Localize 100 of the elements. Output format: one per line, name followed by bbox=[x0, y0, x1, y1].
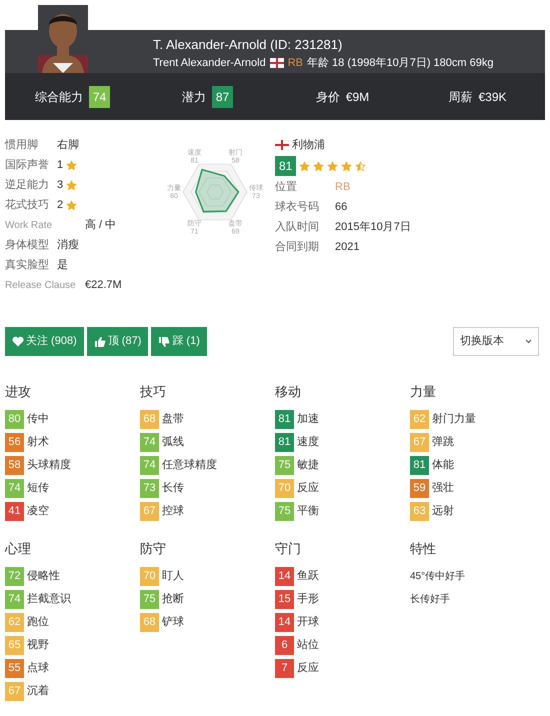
thumbs-up-icon bbox=[94, 336, 106, 348]
stat-label: 头球精度 bbox=[27, 458, 71, 474]
star-icon bbox=[66, 180, 78, 190]
stat-label: 反应 bbox=[297, 660, 319, 676]
stat-label: 射门力量 bbox=[432, 412, 476, 428]
stat-rating: 68 bbox=[140, 410, 159, 429]
summary-label: 综合能力 bbox=[34, 88, 83, 106]
stat-label: 短传 bbox=[27, 481, 49, 496]
stat-label: 弹跳 bbox=[432, 435, 454, 450]
group-title: 特性 bbox=[410, 540, 437, 557]
chevron-down-icon bbox=[525, 339, 532, 344]
club-rating: 81 bbox=[275, 156, 296, 176]
group-title: 移动 bbox=[275, 383, 302, 400]
stat-rating: 72 bbox=[5, 567, 24, 586]
stat-rating: 74 bbox=[140, 433, 159, 452]
stat-rating: 67 bbox=[410, 433, 429, 452]
action-button[interactable]: 顶 (87) bbox=[86, 327, 148, 356]
stat-rating: 67 bbox=[140, 502, 159, 521]
summary-rating: 74 bbox=[88, 86, 110, 108]
summary-value: €39K bbox=[478, 88, 507, 106]
group-title: 防守 bbox=[140, 540, 167, 557]
stat-rating: 41 bbox=[5, 502, 24, 521]
stat-rating: 15 bbox=[275, 590, 294, 609]
stat-label: 任意球精度 bbox=[162, 458, 217, 474]
info-value: 1 bbox=[57, 158, 64, 173]
stat-label: 体能 bbox=[432, 458, 454, 474]
star-icon bbox=[327, 160, 338, 172]
player-full-name: Trent Alexander-Arnold bbox=[153, 56, 266, 71]
group-title: 进攻 bbox=[5, 383, 32, 400]
stat-label: 点球 bbox=[27, 660, 49, 676]
stat-rating: 70 bbox=[140, 567, 159, 586]
stat-label: 弧线 bbox=[162, 435, 184, 450]
stat-rating: 81 bbox=[275, 433, 294, 452]
info-value: 右脚 bbox=[57, 138, 79, 153]
info-value: 消瘦 bbox=[57, 238, 79, 253]
club-field-label: 入队时间 bbox=[275, 220, 320, 235]
info-label: 真实脸型 bbox=[5, 258, 50, 273]
stat-label: 反应 bbox=[297, 480, 319, 496]
club-field-label: 合同到期 bbox=[275, 240, 320, 255]
radar-grid bbox=[182, 164, 248, 220]
stat-label: 长传 bbox=[162, 481, 184, 496]
stat-label: 盘带 bbox=[162, 412, 184, 428]
stat-label: 射术 bbox=[27, 435, 49, 450]
star-icon bbox=[299, 160, 310, 172]
stat-label: 视野 bbox=[27, 638, 49, 654]
action-button[interactable]: 关注 (908) bbox=[5, 327, 84, 356]
trait-label: 45°传中好手 bbox=[410, 570, 466, 584]
stat-rating: 65 bbox=[5, 636, 24, 655]
stat-rating: 74 bbox=[5, 590, 24, 609]
info-label: Release Clause bbox=[5, 278, 77, 292]
stat-label: 开球 bbox=[297, 615, 319, 630]
stat-label: 远射 bbox=[432, 504, 454, 520]
half-star-icon bbox=[355, 160, 366, 172]
summary-value: €9M bbox=[346, 88, 370, 106]
club-name: 利物浦 bbox=[292, 138, 325, 153]
club-field-value: 66 bbox=[335, 200, 348, 215]
stat-rating: 81 bbox=[275, 410, 294, 429]
star-icon bbox=[66, 200, 78, 210]
group-title: 技巧 bbox=[140, 383, 167, 400]
stat-rating: 59 bbox=[410, 479, 429, 498]
club-field-label: 位置 bbox=[275, 180, 298, 195]
info-label: 身体模型 bbox=[5, 238, 50, 253]
club-field-value: 2015年10月7日 bbox=[335, 220, 411, 235]
stat-label: 盯人 bbox=[162, 569, 184, 584]
stat-label: 沉着 bbox=[27, 684, 49, 700]
info-label: 逆足能力 bbox=[5, 178, 50, 193]
stat-rating: 55 bbox=[5, 659, 24, 678]
stat-rating: 80 bbox=[5, 410, 24, 429]
stat-label: 凌空 bbox=[27, 504, 49, 520]
stat-label: 侵略性 bbox=[27, 569, 60, 584]
version-select[interactable]: 切换版本 bbox=[453, 327, 539, 356]
stat-rating: 73 bbox=[140, 479, 159, 498]
thumbs-down-icon bbox=[158, 336, 170, 348]
stat-rating: 75 bbox=[275, 502, 294, 521]
stat-label: 加速 bbox=[297, 412, 319, 428]
star-icon bbox=[341, 160, 352, 172]
stat-rating: 14 bbox=[275, 613, 294, 632]
stat-rating: 74 bbox=[5, 479, 24, 498]
stat-label: 跑位 bbox=[27, 615, 49, 630]
stat-rating: 81 bbox=[410, 456, 429, 475]
stat-label: 站位 bbox=[297, 638, 319, 654]
stat-label: 传中 bbox=[27, 412, 49, 428]
stat-label: 控球 bbox=[162, 504, 184, 520]
info-label: Work Rate bbox=[5, 218, 54, 232]
stat-label: 手形 bbox=[297, 592, 319, 608]
star-icon bbox=[66, 160, 78, 170]
summary-rating: 87 bbox=[212, 86, 234, 108]
stat-rating: 63 bbox=[410, 502, 429, 521]
info-label: 花式技巧 bbox=[5, 198, 50, 213]
action-button[interactable]: 踩 (1) bbox=[151, 327, 207, 356]
stat-label: 抢断 bbox=[162, 592, 184, 608]
info-value: 3 bbox=[57, 178, 64, 193]
info-value: 2 bbox=[57, 198, 64, 213]
group-title: 力量 bbox=[410, 383, 437, 400]
stat-rating: 62 bbox=[410, 410, 429, 429]
club-field-value: 2021 bbox=[335, 240, 360, 255]
player-title: T. Alexander-Arnold (ID: 231281) bbox=[153, 36, 344, 53]
flag-icon bbox=[270, 58, 284, 68]
group-title: 心理 bbox=[5, 540, 32, 557]
stat-rating: 6 bbox=[275, 636, 294, 655]
